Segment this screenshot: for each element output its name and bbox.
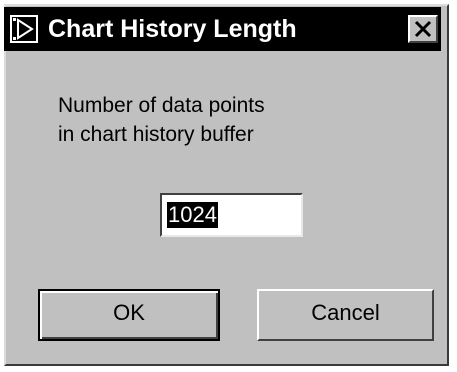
labview-run-icon bbox=[10, 15, 38, 43]
prompt-label: Number of data points in chart history b… bbox=[58, 94, 265, 146]
cancel-button-label: Cancel bbox=[311, 300, 380, 325]
title-bar[interactable]: Chart History Length bbox=[4, 7, 441, 51]
window-title: Chart History Length bbox=[48, 15, 297, 43]
input-value-selected[interactable]: 1024 bbox=[167, 202, 218, 228]
ok-button[interactable]: OK bbox=[38, 289, 220, 341]
close-x-icon bbox=[414, 20, 432, 38]
cancel-button[interactable]: Cancel bbox=[257, 289, 434, 341]
history-length-input[interactable]: 1024 bbox=[160, 193, 303, 237]
close-button[interactable] bbox=[408, 15, 438, 43]
ok-button-label: OK bbox=[113, 300, 145, 325]
